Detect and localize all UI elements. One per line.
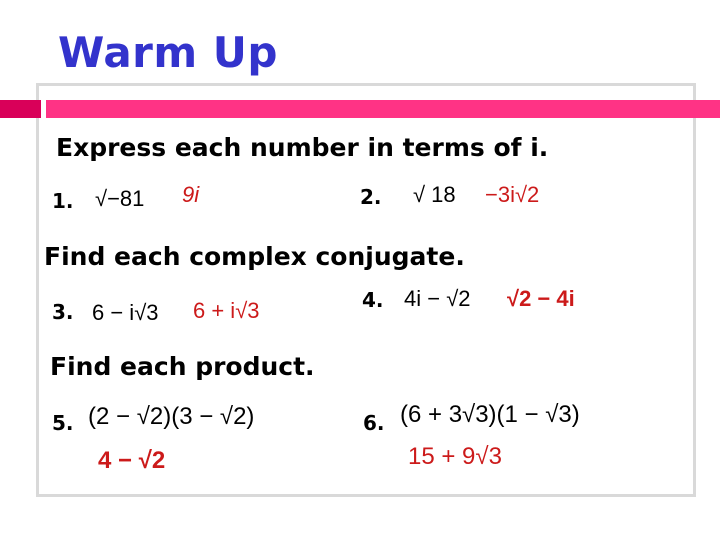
problem-3-answer: 6 + i√3: [193, 298, 260, 323]
problem-2-expression: √ 18: [413, 182, 456, 207]
problem-number-5: 5.: [52, 411, 74, 435]
problem-number-6: 6.: [363, 411, 385, 435]
section-heading-product: Find each product.: [50, 352, 315, 381]
section-heading-express: Express each number in terms of i.: [56, 133, 549, 162]
problem-1-expression: √−81: [95, 186, 145, 211]
problem-5-expression: (2 − √2)(3 − √2): [88, 403, 255, 430]
problem-number-2: 2.: [360, 185, 382, 209]
problem-6-answer: 15 + 9√3: [408, 443, 502, 470]
problem-number-4: 4.: [362, 288, 384, 312]
accent-bar-left: [0, 100, 41, 118]
problem-6-expression: (6 + 3√3)(1 − √3): [400, 401, 580, 428]
accent-bar: [46, 100, 720, 118]
slide-title: Warm Up: [58, 28, 278, 77]
section-heading-conjugate: Find each complex conjugate.: [44, 242, 465, 271]
problem-1-answer: 9i: [182, 182, 200, 207]
problem-2-answer: −3i√2: [485, 182, 540, 207]
problem-4-answer: √2 − 4i: [507, 286, 575, 311]
problem-number-3: 3.: [52, 300, 74, 324]
problem-4-expression: 4i − √2: [404, 286, 471, 311]
problem-number-1: 1.: [52, 189, 74, 213]
problem-5-answer: 4 − √2: [98, 447, 166, 474]
problem-3-expression: 6 − i√3: [92, 300, 159, 325]
